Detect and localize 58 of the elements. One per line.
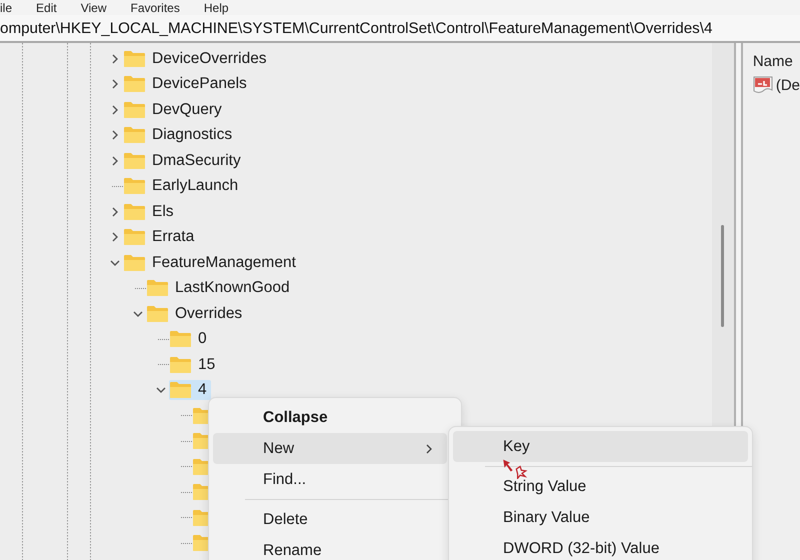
folder-icon (123, 228, 146, 246)
tree-node[interactable]: Overrides (146, 304, 246, 324)
tree-node[interactable]: 15 (169, 354, 220, 375)
tree-node[interactable]: EarlyLaunch (123, 176, 242, 196)
folder-icon (123, 100, 146, 119)
tree-node[interactable]: Els (123, 202, 178, 222)
tree-node[interactable]: DevicePanels (123, 74, 251, 94)
scrollbar-thumb[interactable] (721, 225, 724, 327)
menu-item[interactable]: View (80, 2, 116, 15)
tree-node[interactable]: Diagnostics (123, 125, 236, 146)
menu-option[interactable]: Key (453, 431, 748, 462)
menu-item[interactable]: Help (204, 2, 239, 15)
tree-node[interactable]: DevQuery (123, 100, 226, 120)
folder-icon (123, 177, 146, 196)
folder-icon (169, 356, 192, 374)
menu-option[interactable]: Find... (213, 464, 447, 495)
menu-option[interactable]: Binary Value (453, 502, 748, 533)
menu-option[interactable]: Delete (213, 504, 447, 535)
folder-icon (123, 254, 146, 272)
chevron-right-icon[interactable] (110, 79, 120, 90)
menu-item[interactable]: Favorites (130, 2, 190, 15)
chevron-right-icon[interactable] (110, 232, 120, 242)
chevron-down-icon[interactable] (132, 308, 142, 319)
folder-icon (123, 202, 146, 221)
menu-option[interactable]: String Value (453, 471, 748, 502)
tree-node[interactable]: Errata (123, 227, 198, 248)
folder-icon (146, 279, 169, 298)
folder-icon (123, 126, 146, 144)
column-header[interactable]: Name (752, 53, 800, 70)
folder-icon (123, 152, 146, 170)
folder-icon (169, 330, 192, 348)
chevron-right-icon[interactable] (110, 104, 120, 115)
tree-node[interactable]: DmaSecurity (123, 150, 245, 171)
chevron-right-icon[interactable] (110, 156, 120, 166)
value-name[interactable]: (De (776, 76, 800, 94)
folder-icon (169, 381, 192, 400)
chevron-right-icon[interactable] (110, 54, 120, 64)
chevron-down-icon[interactable] (110, 258, 120, 268)
folder-icon (146, 304, 169, 323)
menu-option[interactable]: Rename (213, 535, 447, 560)
tree-node[interactable]: DeviceOverrides (123, 48, 271, 69)
menu-option[interactable]: New (213, 433, 447, 464)
chevron-down-icon[interactable] (156, 385, 166, 396)
menu-item[interactable]: ile (0, 2, 22, 15)
folder-icon (123, 50, 146, 68)
tree-node[interactable]: FeatureManagement (123, 252, 300, 273)
menu-item[interactable]: Edit (36, 2, 67, 15)
chevron-right-icon[interactable] (110, 206, 120, 217)
menu-option[interactable]: DWORD (32-bit) Value (453, 533, 748, 560)
chevron-right-icon[interactable] (110, 130, 120, 140)
tree-node[interactable]: LastKnownGood (146, 278, 294, 298)
chevron-right-icon (425, 444, 433, 454)
tree-node[interactable]: 4 (169, 380, 211, 400)
address-bar[interactable]: omputer\HKEY_LOCAL_MACHINE\SYSTEM\CurrentControlSet\Control\FeatureManagement\Overrides\4 (0, 15, 800, 43)
menu-option[interactable]: Collapse (213, 402, 447, 433)
folder-icon (123, 75, 146, 94)
tree-node[interactable]: 0 (169, 329, 211, 350)
string-value-icon (752, 76, 773, 94)
